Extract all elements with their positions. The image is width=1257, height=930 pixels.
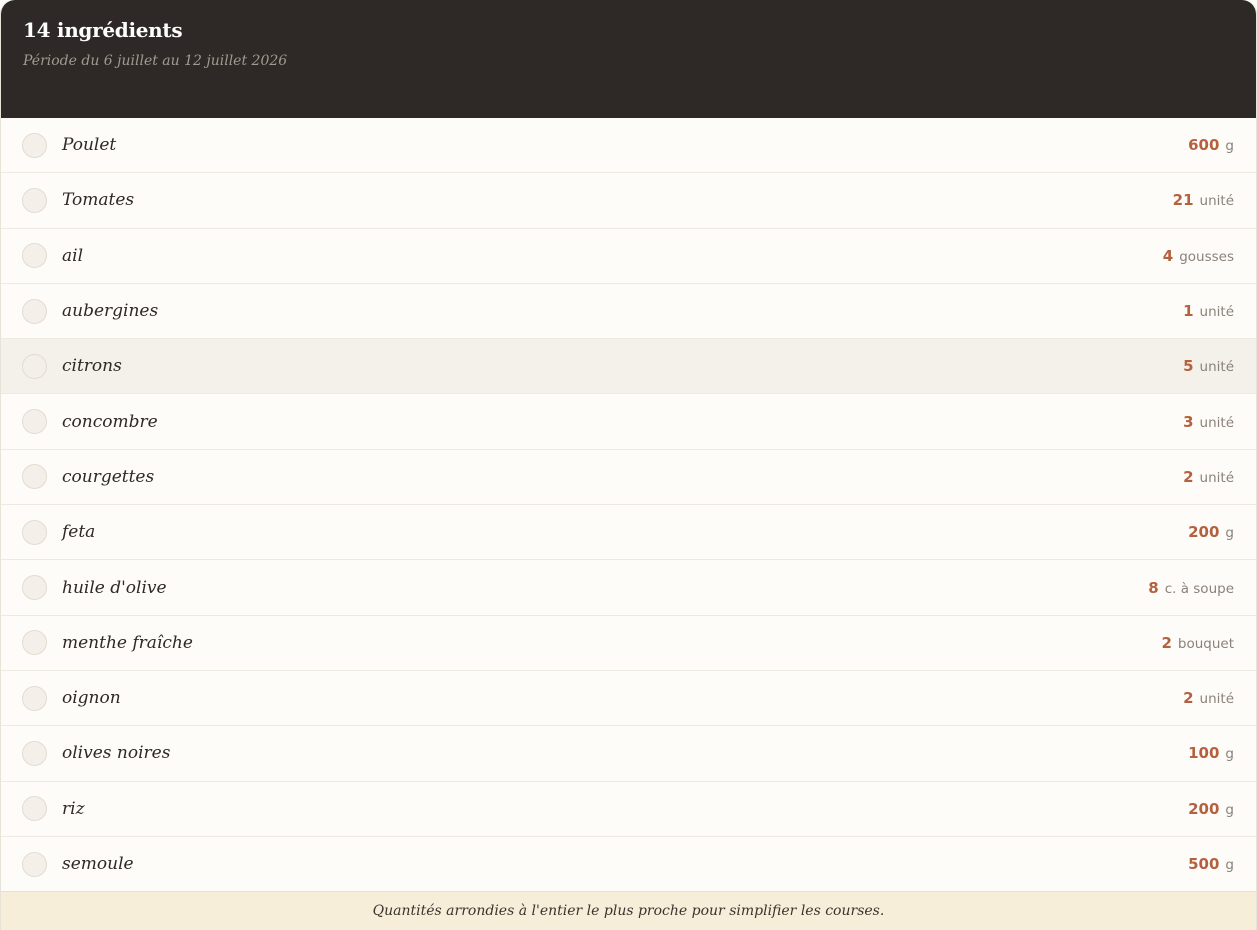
- ingredient-quantity: 8 c. à soupe: [1148, 579, 1234, 597]
- ingredient-quantity: 600 g: [1188, 136, 1234, 154]
- ingredient-name: huile d'olive: [62, 577, 167, 598]
- ingredient-row[interactable]: ail 4 gousses: [1, 228, 1256, 284]
- list-header: 14 ingrédients Période du 6 juillet au 1…: [1, 0, 1256, 118]
- quantity-unit: g: [1225, 801, 1234, 818]
- ingredient-name: feta: [62, 522, 96, 543]
- ingredient-row[interactable]: olives noires 100 g: [1, 726, 1256, 782]
- ingredient-name: citrons: [62, 356, 122, 377]
- ingredient-quantity: 4 gousses: [1163, 247, 1234, 265]
- quantity-value: 2: [1183, 689, 1194, 708]
- ingredient-name: oignon: [62, 688, 121, 709]
- quantity-value: 500: [1188, 855, 1220, 873]
- ingredient-row[interactable]: Poulet 600 g: [1, 118, 1256, 174]
- quantity-value: 200: [1188, 523, 1220, 542]
- ingredient-name: olives noires: [62, 743, 171, 764]
- quantity-unit: g: [1225, 857, 1234, 873]
- checkbox-circle-icon[interactable]: [22, 409, 47, 435]
- ingredient-quantity: 500 g: [1188, 855, 1234, 873]
- ingredient-quantity: 21 unité: [1173, 191, 1234, 209]
- quantity-value: 8: [1148, 578, 1159, 597]
- ingredient-name: aubergines: [62, 301, 159, 322]
- ingredient-row[interactable]: courgettes 2 unité: [1, 449, 1256, 506]
- ingredient-row[interactable]: Tomates 21 unité: [1, 173, 1256, 229]
- ingredient-name: riz: [62, 798, 85, 819]
- ingredient-row[interactable]: huile d'olive 8 c. à soupe: [1, 560, 1256, 616]
- quantity-unit: unité: [1199, 304, 1234, 321]
- checkbox-circle-icon[interactable]: [22, 298, 47, 324]
- quantity-value: 1: [1183, 302, 1194, 321]
- quantity-value: 200: [1188, 799, 1220, 818]
- quantity-value: 600: [1188, 136, 1220, 155]
- ingredient-name: menthe fraîche: [62, 632, 193, 653]
- quantity-unit: unité: [1199, 469, 1234, 486]
- shopping-list-card: 14 ingrédients Période du 6 juillet au 1…: [0, 0, 1257, 930]
- ingredient-row[interactable]: menthe fraîche 2 bouquet: [1, 615, 1256, 671]
- checkbox-circle-icon[interactable]: [22, 353, 47, 379]
- checkbox-circle-icon[interactable]: [22, 740, 47, 766]
- ingredient-row[interactable]: aubergines 1 unité: [1, 283, 1256, 340]
- quantity-unit: unité: [1199, 359, 1234, 376]
- quantity-unit: g: [1225, 746, 1234, 763]
- ingredient-quantity: 2 unité: [1183, 468, 1234, 486]
- ingredient-quantity: 200 g: [1188, 800, 1234, 818]
- ingredient-quantity: 1 unité: [1183, 302, 1234, 320]
- quantity-value: 5: [1183, 357, 1194, 376]
- quantity-unit: g: [1225, 525, 1234, 542]
- ingredient-name: Poulet: [62, 135, 117, 156]
- checkbox-circle-icon[interactable]: [22, 685, 47, 711]
- checkbox-circle-icon[interactable]: [22, 187, 47, 213]
- checkbox-circle-icon[interactable]: [22, 796, 47, 822]
- ingredient-quantity: 2 bouquet: [1161, 634, 1234, 652]
- ingredient-name: ail: [62, 245, 84, 266]
- checkbox-circle-icon[interactable]: [22, 851, 47, 877]
- quantity-value: 100: [1188, 744, 1220, 763]
- ingredient-name: concombre: [62, 411, 158, 432]
- ingredient-name: semoule: [62, 854, 134, 874]
- quantity-unit: c. à soupe: [1164, 580, 1234, 597]
- quantity-unit: unité: [1199, 691, 1234, 708]
- period-subtitle: Période du 6 juillet au 12 juillet 2026: [23, 53, 288, 69]
- ingredient-row[interactable]: riz 200 g: [1, 781, 1256, 837]
- ingredient-quantity: 100 g: [1188, 744, 1234, 762]
- ingredient-row[interactable]: concombre 3 unité: [1, 394, 1256, 450]
- ingredient-row[interactable]: feta 200 g: [1, 505, 1256, 561]
- quantity-value: 2: [1183, 467, 1194, 486]
- ingredient-quantity: 5 unité: [1183, 357, 1234, 375]
- ingredient-count-title: 14 ingrédients: [23, 18, 183, 42]
- checkbox-circle-icon[interactable]: [22, 464, 47, 490]
- quantity-unit: g: [1225, 138, 1234, 155]
- quantity-unit: gousses: [1179, 248, 1234, 265]
- quantity-value: 4: [1162, 246, 1174, 265]
- checkbox-circle-icon[interactable]: [22, 519, 47, 545]
- ingredient-row[interactable]: oignon 2 unité: [1, 670, 1256, 727]
- quantity-unit: unité: [1199, 193, 1234, 210]
- ingredient-list: Poulet 600 g Tomates 21 unité ail 4 gous…: [1, 118, 1256, 893]
- ingredient-quantity: 2 unité: [1183, 689, 1234, 707]
- checkbox-circle-icon[interactable]: [22, 132, 47, 158]
- quantity-value: 2: [1161, 633, 1172, 652]
- ingredient-quantity: 3 unité: [1183, 413, 1234, 431]
- rounding-note: Quantités arrondies à l'entier le plus p…: [1, 891, 1256, 930]
- checkbox-circle-icon[interactable]: [22, 630, 47, 656]
- quantity-unit: unité: [1199, 414, 1234, 431]
- ingredient-name: courgettes: [62, 466, 155, 487]
- quantity-value: 21: [1172, 191, 1194, 210]
- ingredient-row[interactable]: citrons 5 unité: [1, 339, 1256, 395]
- checkbox-circle-icon[interactable]: [22, 575, 47, 601]
- ingredient-name: Tomates: [62, 190, 135, 211]
- quantity-unit: bouquet: [1177, 635, 1234, 652]
- quantity-value: 3: [1183, 412, 1194, 431]
- ingredient-quantity: 200 g: [1188, 523, 1234, 541]
- checkbox-circle-icon[interactable]: [22, 243, 47, 269]
- ingredient-row[interactable]: semoule 500 g: [1, 836, 1256, 893]
